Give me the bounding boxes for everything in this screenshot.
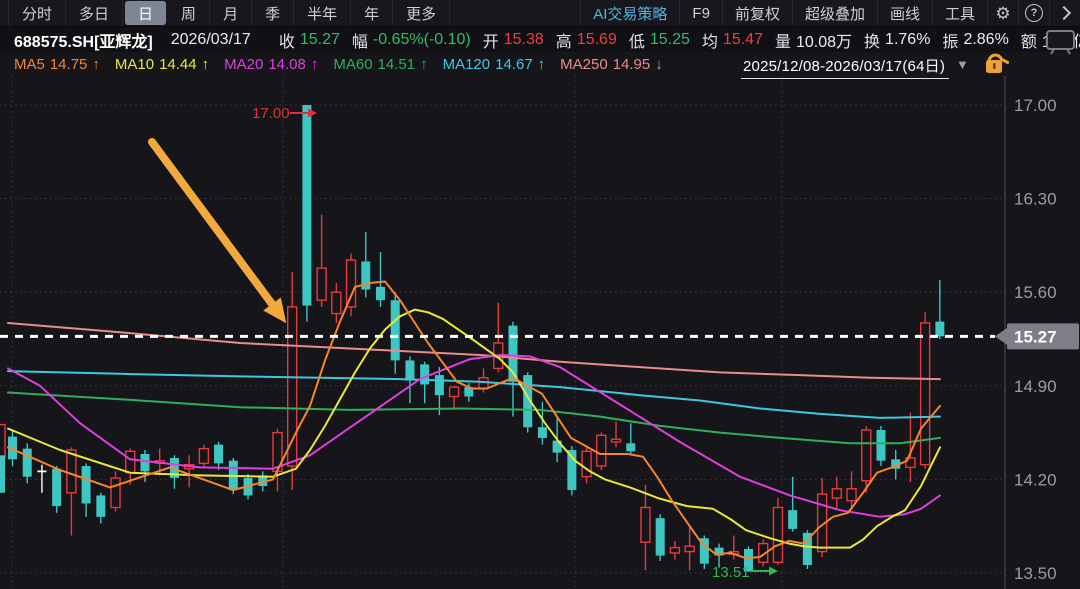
tab-multiday[interactable]: 多日 (66, 0, 123, 26)
range-dropdown-triangle-icon[interactable]: ▼ (956, 57, 969, 72)
ma120-trend-arrow-icon: ↑ (538, 56, 546, 73)
change-label: 幅 (352, 28, 368, 52)
svg-text:17.00: 17.00 (1014, 96, 1057, 115)
settings-button[interactable]: ⚙ (987, 0, 1018, 26)
change-value: -0.65%(-0.10) (373, 31, 471, 49)
tabbar-left-pad (0, 0, 9, 26)
ma-line-MA60 (8, 393, 940, 444)
high-label: 高 (556, 28, 572, 52)
volume-label: 量 (775, 28, 791, 52)
candlestick-chart[interactable]: 17.00 13.51 17.00 16.30 15.60 14.90 14.20 13.50… (0, 76, 1080, 589)
close-label: 收 (279, 28, 295, 52)
svg-text:13.51: 13.51 (712, 564, 750, 581)
ma250-label: MA250 (560, 56, 608, 73)
tab-quarterly[interactable]: 季 (252, 0, 294, 26)
ma20-trend-arrow-icon: ↑ (311, 56, 319, 73)
ma10-value: 14.44 (159, 56, 197, 73)
amplitude-label: 振 (942, 28, 958, 52)
candles (8, 105, 944, 572)
f9-button[interactable]: F9 (679, 0, 722, 26)
ma250-value: 14.95 (613, 56, 651, 73)
avg-label: 均 (702, 28, 718, 52)
ma60-value: 14.51 (378, 56, 416, 73)
ma-line-MA10 (8, 310, 940, 548)
expand-right-button[interactable] (1049, 0, 1080, 26)
help-icon: ? (1025, 4, 1043, 22)
ma-line-MA120 (8, 371, 940, 418)
draw-line-button[interactable]: 画线 (877, 0, 932, 26)
svg-text:15.60: 15.60 (1014, 283, 1057, 302)
ma5-trend-arrow-icon: ↑ (92, 56, 100, 73)
tab-weekly[interactable]: 周 (168, 0, 210, 26)
ma250-readout: MA250 14.95 ↓ (560, 56, 663, 73)
ma10-readout: MA10 14.44 ↑ (115, 56, 209, 73)
svg-text:14.20: 14.20 (1014, 470, 1057, 489)
amplitude-value: 2.86% (963, 31, 1008, 49)
ma-lines (8, 282, 940, 559)
forward-adjust-button[interactable]: 前复权 (722, 0, 792, 26)
ma-line-MA20 (8, 355, 940, 517)
ma10-label: MA10 (115, 56, 154, 73)
low-label: 低 (629, 28, 645, 52)
super-overlay-button[interactable]: 超级叠加 (792, 0, 877, 26)
high-value: 15.69 (577, 31, 617, 49)
close-value: 15.27 (300, 31, 340, 49)
ai-strategy-button[interactable]: AI交易策略 (580, 0, 679, 26)
unlock-button[interactable] (983, 50, 1019, 76)
svg-text:16.30: 16.30 (1014, 190, 1057, 209)
ma250-trend-arrow-icon: ↓ (655, 56, 663, 73)
quote-date: 2026/03/17 (171, 31, 251, 49)
gear-icon: ⚙ (995, 5, 1010, 22)
monitor-icon[interactable] (1045, 29, 1080, 55)
ma60-trend-arrow-icon: ↑ (420, 56, 428, 73)
ma20-readout: MA20 14.08 ↑ (224, 56, 318, 73)
open-value: 15.38 (504, 31, 544, 49)
tab-minute[interactable]: 分时 (9, 0, 66, 26)
ma60-readout: MA60 14.51 ↑ (333, 56, 427, 73)
symbol-name[interactable]: 688575.SH[亚辉龙] (14, 28, 153, 52)
tab-daily[interactable]: 日 (125, 1, 166, 25)
ma120-value: 14.67 (495, 56, 533, 73)
low-value: 15.25 (650, 31, 690, 49)
chevron-right-icon (1056, 6, 1070, 20)
tab-halfyear[interactable]: 半年 (294, 0, 351, 26)
svg-text:15.27: 15.27 (1014, 327, 1057, 346)
ma60-label: MA60 (333, 56, 372, 73)
tabbar-spacer (450, 0, 580, 26)
help-button[interactable]: ? (1018, 0, 1049, 26)
open-label: 开 (483, 28, 499, 52)
ma5-label: MA5 (14, 56, 45, 73)
ma20-value: 14.08 (268, 56, 306, 73)
drawn-arrow-annotation (152, 142, 286, 323)
ma-line-MA5 (8, 282, 940, 559)
ma120-label: MA120 (443, 56, 491, 73)
turnover-label: 换 (864, 28, 880, 52)
ma10-trend-arrow-icon: ↑ (202, 56, 210, 73)
ma20-label: MA20 (224, 56, 263, 73)
volume-value: 10.08万 (796, 28, 852, 52)
quote-bar: 688575.SH[亚辉龙] 2026/03/17 收 15.27 幅 -0.6… (0, 27, 1080, 52)
close-price-badge: 15.27 (995, 323, 1079, 349)
ma5-value: 14.75 (50, 56, 88, 73)
ma120-readout: MA120 14.67 ↑ (443, 56, 546, 73)
period-tab-bar: 分时 多日 日 周 月 季 半年 年 更多 AI交易策略 F9 前复权 超级叠加… (0, 0, 1080, 27)
ma-line-MA250 (8, 323, 940, 379)
tab-monthly[interactable]: 月 (210, 0, 252, 26)
svg-text:13.50: 13.50 (1014, 564, 1057, 583)
tab-yearly[interactable]: 年 (351, 0, 393, 26)
amount-label: 额 (1021, 28, 1037, 52)
svg-text:14.90: 14.90 (1014, 377, 1057, 396)
svg-text:17.00: 17.00 (252, 105, 290, 122)
turnover-value: 1.76% (885, 31, 930, 49)
avg-value: 15.47 (723, 31, 763, 49)
clipped-candles (0, 425, 5, 493)
tab-more[interactable]: 更多 (393, 0, 450, 26)
ma5-readout: MA5 14.75 ↑ (14, 56, 100, 73)
period-low-marker: 13.51 (712, 564, 778, 581)
stock-chart-window: { "tab_bar": { "tabs": [ {"label": "分时",… (0, 0, 1080, 589)
tools-button[interactable]: 工具 (932, 0, 987, 26)
